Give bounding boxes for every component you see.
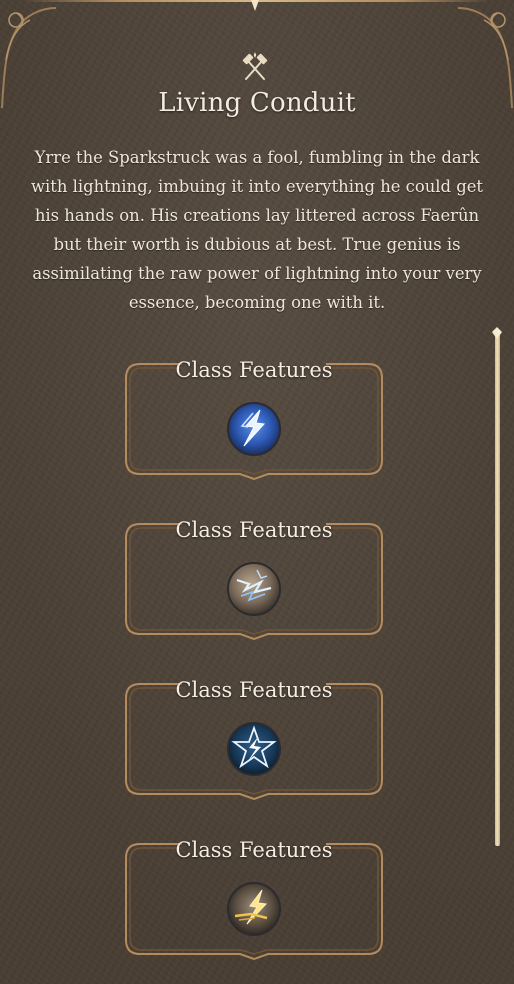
class-feature-card[interactable]: Class Features [124, 678, 384, 800]
top-notch-ornament [251, 0, 259, 11]
crossed-hammers-icon [242, 52, 268, 80]
class-feature-card[interactable]: Class Features [124, 518, 384, 640]
subclass-title: Living Conduit [158, 88, 356, 118]
feature-label: Class Features [175, 518, 333, 542]
feature-label: Class Features [175, 838, 333, 862]
lightning-bolt-icon[interactable] [227, 402, 281, 456]
class-feature-card[interactable]: Class Features [124, 358, 384, 480]
lightning-storm-icon[interactable] [227, 562, 281, 616]
feature-label: Class Features [175, 678, 333, 702]
scrollbar-cap [492, 327, 502, 339]
subclass-panel: Living Conduit Yrre the Sparkstruck was … [0, 0, 514, 984]
subclass-description: Yrre the Sparkstruck was a fool, fumblin… [30, 148, 484, 312]
scrollbar[interactable] [495, 334, 500, 846]
golden-lightning-icon[interactable] [227, 882, 281, 936]
feature-label: Class Features [175, 358, 333, 382]
class-feature-card[interactable]: Class Features [124, 838, 384, 960]
lightning-star-icon[interactable] [227, 722, 281, 776]
